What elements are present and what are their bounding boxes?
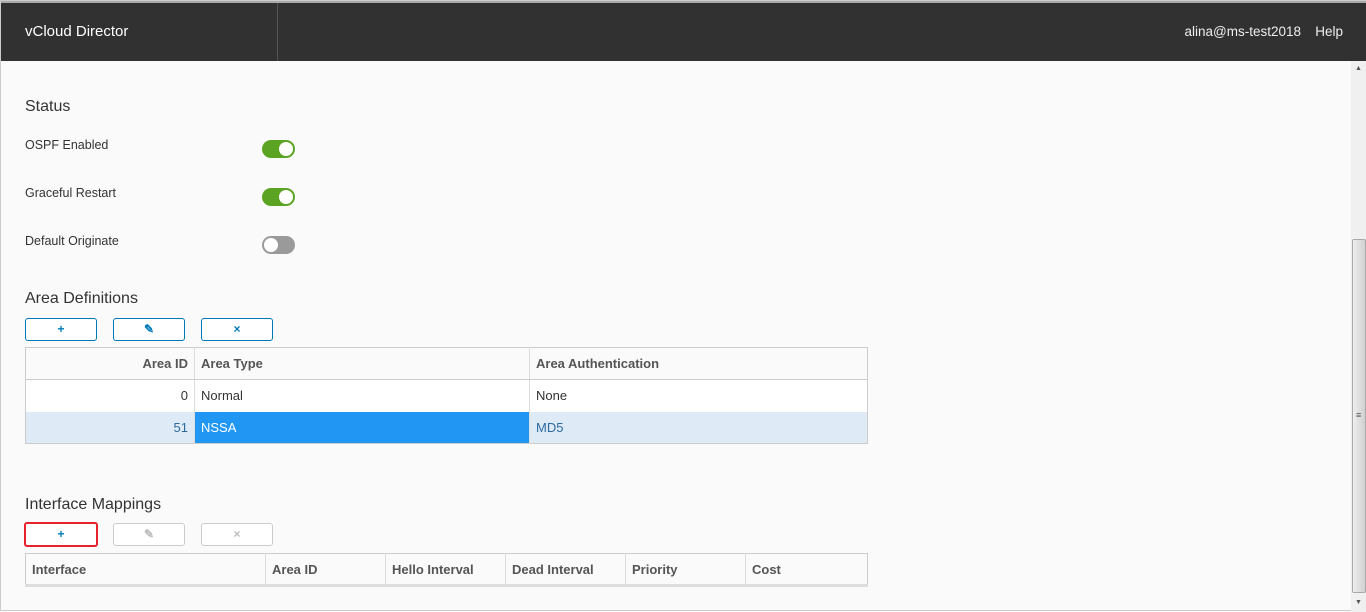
add-interface-button[interactable]: + [24, 522, 98, 547]
column-header[interactable]: Cost [745, 553, 868, 586]
cell: Normal [194, 379, 530, 412]
interface-table: Interface Area ID Hello Interval Dead In… [25, 553, 868, 587]
close-icon: × [233, 527, 241, 541]
graceful-restart-toggle[interactable] [262, 188, 295, 206]
edit-icon: ✎ [143, 527, 155, 541]
vertical-scrollbar[interactable]: ▲ ≡ ▼ [1351, 61, 1366, 612]
add-area-button[interactable]: + [25, 318, 97, 341]
column-header[interactable]: Priority [625, 553, 746, 586]
column-header[interactable]: Area Type [194, 347, 530, 380]
column-header[interactable]: Area Authentication [529, 347, 868, 380]
cell: 51 [25, 411, 195, 444]
delete-interface-button[interactable]: × [201, 523, 273, 546]
header-divider [277, 3, 278, 61]
top-bar: vCloud Director alina@ms-test2018 Help [1, 1, 1366, 61]
column-header[interactable]: Dead Interval [505, 553, 626, 586]
table-row-selected[interactable]: 51 NSSA MD5 [25, 411, 868, 444]
grip-icon: ≡ [1356, 410, 1362, 420]
delete-area-button[interactable]: × [201, 318, 273, 341]
plus-icon: + [57, 322, 65, 336]
table-header: Area ID Area Type Area Authentication [25, 347, 868, 380]
area-definitions-heading: Area Definitions [25, 290, 138, 307]
app-title: vCloud Director [25, 23, 129, 40]
column-header[interactable]: Area ID [25, 347, 195, 380]
interface-mappings-heading: Interface Mappings [25, 496, 162, 513]
graceful-restart-label: Graceful Restart [25, 186, 117, 200]
edit-area-button[interactable]: ✎ [113, 318, 185, 341]
edit-interface-button[interactable]: ✎ [113, 523, 185, 546]
scroll-thumb[interactable]: ≡ [1352, 239, 1366, 593]
cell: MD5 [529, 411, 868, 444]
close-icon: × [233, 322, 241, 336]
cell: 0 [25, 379, 195, 412]
scroll-up-icon[interactable]: ▲ [1355, 65, 1362, 72]
cell: None [529, 379, 868, 412]
column-header[interactable]: Area ID [265, 553, 386, 586]
help-link[interactable]: Help [1315, 24, 1343, 39]
ospf-enabled-toggle[interactable] [262, 140, 295, 158]
column-header[interactable]: Interface [25, 553, 266, 586]
default-originate-label: Default Originate [25, 234, 119, 248]
user-menu[interactable]: alina@ms-test2018 [1184, 24, 1301, 39]
cell[interactable]: NSSA [194, 411, 530, 444]
plus-icon: + [57, 527, 65, 541]
default-originate-toggle[interactable] [262, 236, 295, 254]
edit-icon: ✎ [143, 322, 155, 336]
area-table: Area ID Area Type Area Authentication 0 … [25, 347, 868, 444]
table-row[interactable]: 0 Normal None [25, 379, 868, 412]
status-heading: Status [25, 98, 71, 115]
ospf-enabled-label: OSPF Enabled [25, 138, 109, 152]
scroll-down-icon[interactable]: ▼ [1355, 599, 1362, 606]
table-header: Interface Area ID Hello Interval Dead In… [25, 553, 868, 586]
column-header[interactable]: Hello Interval [385, 553, 506, 586]
